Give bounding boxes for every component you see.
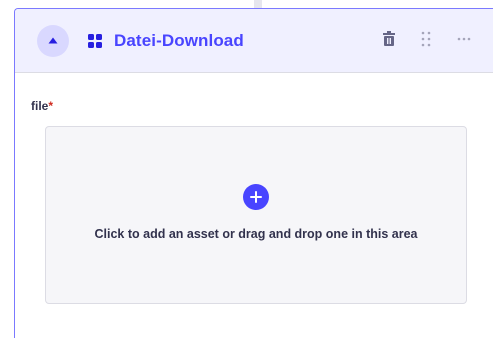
plus-icon xyxy=(250,191,262,203)
drag-handle-button[interactable] xyxy=(421,31,431,52)
field-label-text: file xyxy=(31,99,49,113)
more-icon xyxy=(457,37,471,41)
caret-up-icon xyxy=(48,37,58,44)
grid-icon xyxy=(88,33,102,48)
trash-icon xyxy=(383,31,395,46)
dropzone-instructions: Click to add an asset or drag and drop o… xyxy=(94,227,418,241)
delete-button[interactable] xyxy=(382,31,396,52)
component-title: Datei-Download xyxy=(114,30,244,50)
drag-handle-icon xyxy=(421,31,431,47)
required-marker: * xyxy=(48,99,54,113)
dynamic-zone-component: Datei-Download file* Click to add an ass… xyxy=(14,8,493,338)
component-body: file* xyxy=(15,73,493,113)
field-label: file* xyxy=(31,99,493,113)
collapse-toggle-button[interactable] xyxy=(37,24,69,57)
more-actions-button[interactable] xyxy=(457,31,471,52)
asset-dropzone[interactable]: Click to add an asset or drag and drop o… xyxy=(45,126,467,304)
add-asset-button[interactable] xyxy=(243,184,269,210)
